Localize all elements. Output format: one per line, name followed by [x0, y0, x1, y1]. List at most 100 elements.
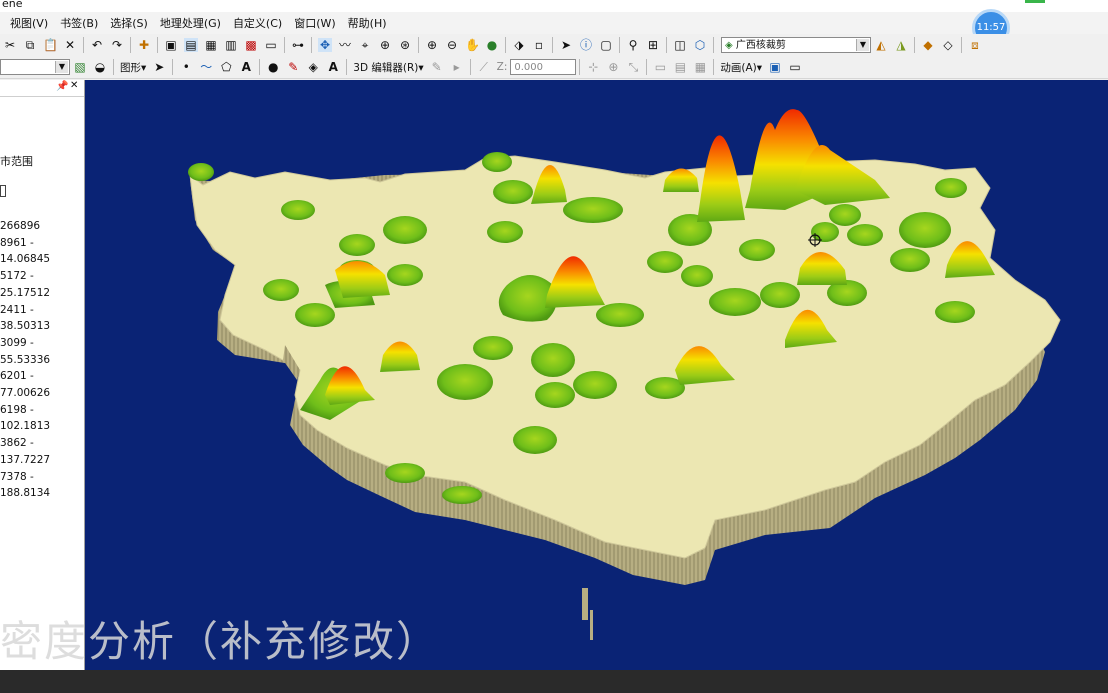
polyline-icon[interactable]: 〜 — [199, 60, 213, 74]
marker-color-icon[interactable]: ● — [266, 60, 280, 74]
edit-tool-icon[interactable]: ✎ — [430, 60, 444, 74]
separator — [83, 37, 84, 53]
scale-dropdown[interactable]: ▼ — [0, 59, 70, 75]
graphics-menu[interactable]: 图形▾ — [120, 60, 146, 75]
menu-help[interactable]: 帮助(H) — [348, 15, 387, 31]
create-features-icon[interactable]: ▦ — [693, 60, 707, 74]
legend-item: 8961 - 14.06845 — [0, 236, 51, 266]
z-value-input[interactable]: 0.000 — [510, 59, 577, 75]
toc-window-icon[interactable]: ▤ — [184, 38, 198, 52]
contour-icon[interactable]: ◇ — [941, 38, 955, 52]
search-window-icon[interactable]: ▥ — [224, 38, 238, 52]
layer-icon: ◈ — [725, 40, 736, 51]
redo-icon[interactable]: ↷ — [110, 38, 124, 52]
status-indicator — [1025, 0, 1045, 3]
chevron-down-icon[interactable]: ▼ — [55, 61, 68, 73]
separator — [552, 37, 553, 53]
menu-geoprocessing[interactable]: 地理处理(G) — [160, 15, 221, 31]
line-color-icon[interactable]: ✎ — [286, 60, 300, 74]
zoom-out-icon[interactable]: ⊖ — [445, 38, 459, 52]
separator — [505, 37, 506, 53]
scale-icon[interactable]: ⤡ — [626, 60, 640, 74]
menu-view[interactable]: 视图(V) — [10, 15, 48, 31]
point-icon[interactable]: • — [179, 60, 193, 74]
arctoolbox-icon[interactable]: ▩ — [244, 38, 258, 52]
separator — [646, 59, 648, 75]
island-extrusion — [582, 588, 588, 620]
separator — [579, 59, 581, 75]
surface-tool-icon[interactable]: ◮ — [894, 38, 908, 52]
paste-icon[interactable]: 📋 — [43, 38, 58, 52]
narrow-fov-icon[interactable]: ⬗ — [512, 38, 526, 52]
find-icon[interactable]: ⚲ — [626, 38, 640, 52]
rotate-icon[interactable]: ⊕ — [606, 60, 620, 74]
standard-toolbar: ✂ ⧉ 📋 ✕ ↶ ↷ ✚ ▣ ▤ ▦ ▥ ▩ ▭ ⊶ ✥ 〰 ⌖ ⊕ ⊛ ⊕ … — [0, 34, 1108, 57]
globe-icon[interactable]: ⬡ — [693, 38, 707, 52]
legend-item: 3099 - 55.53336 — [0, 336, 51, 366]
identify-icon[interactable]: ⓘ — [579, 38, 593, 52]
layer-tool-icon[interactable]: ◭ — [874, 38, 888, 52]
legend-item: 6201 - 77.00626 — [0, 370, 51, 400]
legend-item: 266896 — [0, 220, 41, 232]
zoom-in-icon[interactable]: ⊕ — [425, 38, 439, 52]
separator — [130, 37, 131, 53]
window-titlebar: ene — [0, 0, 1108, 12]
select-features-icon[interactable]: ➤ — [559, 38, 573, 52]
scene-properties-icon[interactable]: ▣ — [164, 38, 178, 52]
catalog-icon[interactable]: ▦ — [204, 38, 218, 52]
separator — [666, 37, 667, 53]
text-icon[interactable]: A — [239, 60, 253, 74]
separator — [311, 37, 312, 53]
menu-selection[interactable]: 选择(S) — [110, 15, 148, 31]
3d-effects-icon[interactable]: ▧ — [73, 60, 87, 74]
undo-icon[interactable]: ↶ — [90, 38, 104, 52]
layer-dropdown[interactable]: ◈ 广西核裁剪 ▼ — [721, 37, 871, 53]
navigate-icon[interactable]: ✥ — [318, 38, 332, 52]
separator — [418, 37, 419, 53]
full-extent-icon[interactable]: ● — [485, 38, 499, 52]
overlay-icon[interactable]: ⧈ — [968, 38, 982, 52]
interpolate-icon[interactable]: ◆ — [921, 38, 935, 52]
move-icon[interactable]: ⊹ — [586, 60, 600, 74]
chevron-down-icon[interactable]: ▼ — [856, 39, 869, 51]
3d-editor-menu[interactable]: 3D 编辑器(R)▾ — [353, 60, 423, 75]
set-observer-icon[interactable]: ⊛ — [398, 38, 412, 52]
sketch-properties-icon[interactable]: ▤ — [673, 60, 687, 74]
animation-controls-icon[interactable]: ▭ — [788, 60, 802, 74]
menu-window[interactable]: 窗口(W) — [294, 15, 335, 31]
toc-layer-name[interactable]: 市范围 — [0, 153, 33, 169]
layer-effects-icon[interactable]: ◒ — [93, 60, 107, 74]
animation-menu[interactable]: 动画(A)▾ — [720, 60, 762, 75]
close-icon[interactable]: ✕ — [70, 80, 78, 91]
polygon-icon[interactable]: ⬠ — [219, 60, 233, 74]
center-target-icon[interactable]: ⌖ — [358, 38, 372, 52]
attributes-icon[interactable]: ▭ — [653, 60, 667, 74]
font-color-icon[interactable]: A — [326, 60, 340, 74]
z-tool-icon[interactable]: ⟋ — [477, 60, 491, 74]
pan-icon[interactable]: ✋ — [465, 38, 480, 52]
add-data-icon[interactable]: ✚ — [137, 38, 151, 52]
expand-fov-icon[interactable]: ▫ — [532, 38, 546, 52]
cut-icon[interactable]: ✂ — [3, 38, 17, 52]
pin-icon[interactable]: 📌 — [56, 81, 68, 92]
fly-icon[interactable]: 〰 — [338, 38, 352, 52]
menu-customize[interactable]: 自定义(C) — [233, 15, 282, 31]
legend-item: 5172 - 25.17512 — [0, 270, 51, 299]
legend-list: 266896 8961 - 14.06845 5172 - 25.17512 2… — [0, 218, 84, 502]
copy-icon[interactable]: ⧉ — [23, 38, 37, 52]
sketch-icon[interactable]: ▸ — [450, 60, 464, 74]
menu-bookmarks[interactable]: 书签(B) — [60, 15, 98, 31]
capture-view-icon[interactable]: ▣ — [768, 60, 782, 74]
zoom-target-icon[interactable]: ⊕ — [378, 38, 392, 52]
3d-scene-view[interactable] — [85, 80, 1108, 670]
select-elements-icon[interactable]: ➤ — [152, 60, 166, 74]
html-popup-icon[interactable]: ▢ — [599, 38, 613, 52]
python-window-icon[interactable]: ▭ — [264, 38, 278, 52]
separator — [157, 37, 158, 53]
fill-color-icon[interactable]: ◈ — [306, 60, 320, 74]
measure-icon[interactable]: ⊞ — [646, 38, 660, 52]
model-builder-icon[interactable]: ⊶ — [291, 38, 305, 52]
taskbar-strip — [0, 670, 1108, 693]
delete-icon[interactable]: ✕ — [63, 38, 77, 52]
stereo-icon[interactable]: ◫ — [673, 38, 687, 52]
